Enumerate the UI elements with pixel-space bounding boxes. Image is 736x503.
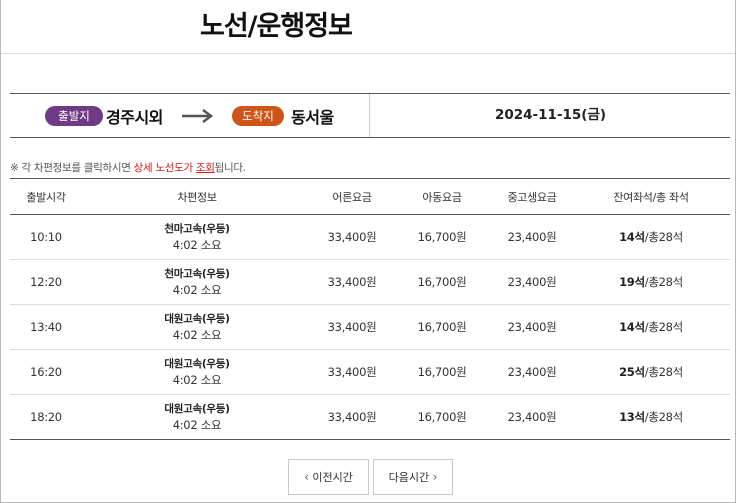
header-child-fare: 아동요금 <box>422 190 462 204</box>
bus-operator: 대원고속(우등) <box>164 358 230 370</box>
adult-fare: 33,400원 <box>327 365 377 379</box>
trip-duration: 4:02 소요 <box>172 418 222 432</box>
child-fare: 16,700원 <box>417 320 467 334</box>
seat-availability: 19석/총28석 <box>572 274 730 290</box>
bus-info[interactable]: 대원고속(우등) 4:02 소요 <box>82 356 312 388</box>
adult-fare: 33,400원 <box>327 230 377 244</box>
seats-total: /총28석 <box>644 410 683 424</box>
departure-time: 10:10 <box>30 230 62 244</box>
student-fare: 23,400원 <box>507 410 557 424</box>
arrival-badge: 도착지 <box>232 106 284 126</box>
trip-duration: 4:02 소요 <box>172 283 222 297</box>
child-fare: 16,700원 <box>417 275 467 289</box>
seats-total: /총28석 <box>644 230 683 244</box>
arrival-terminal: 동서울 <box>291 108 334 127</box>
table-row[interactable]: 18:20 대원고속(우등) 4:02 소요 33,400원 16,700원 2… <box>10 395 730 440</box>
notice-highlight: 상세 노선도가 <box>133 162 194 174</box>
prev-time-label: 이전시간 <box>312 471 353 484</box>
departure-terminal: 경주시외 <box>106 108 163 127</box>
arrow-right-icon <box>182 109 214 123</box>
seat-availability: 13석/총28석 <box>572 409 730 425</box>
seats-remaining: 14석 <box>619 230 645 244</box>
table-row[interactable]: 13:40 대원고속(우등) 4:02 소요 33,400원 16,700원 2… <box>10 305 730 350</box>
adult-fare: 33,400원 <box>327 410 377 424</box>
seats-total: /총28석 <box>644 275 683 289</box>
child-fare: 16,700원 <box>417 410 467 424</box>
bus-info[interactable]: 대원고속(우등) 4:02 소요 <box>82 401 312 433</box>
title-divider <box>1 53 735 54</box>
next-time-button[interactable]: 다음시간 › <box>373 459 453 495</box>
route-summary: 출발지 경주시외 도착지 동서울 2024-11-15(금) <box>10 93 730 138</box>
next-time-label: 다음시간 <box>388 471 430 484</box>
adult-fare: 33,400원 <box>327 275 377 289</box>
seats-remaining: 14석 <box>619 320 645 334</box>
seats-remaining: 19석 <box>619 275 645 289</box>
child-fare: 16,700원 <box>417 230 467 244</box>
student-fare: 23,400원 <box>507 320 557 334</box>
header-seats: 잔여좌석/총 좌석 <box>613 190 689 204</box>
bus-info[interactable]: 천마고속(우등) 4:02 소요 <box>82 221 312 253</box>
header-departure-time: 출발시각 <box>26 190 66 204</box>
trip-duration: 4:02 소요 <box>172 373 222 387</box>
adult-fare: 33,400원 <box>327 320 377 334</box>
departure-date: 2024-11-15(금) <box>494 107 607 123</box>
notice-prefix: ※ 각 차편정보를 클릭하시면 <box>10 162 134 174</box>
seats-remaining: 13석 <box>619 410 645 424</box>
seat-availability: 14석/총28석 <box>572 319 730 335</box>
departure-time: 13:40 <box>30 320 62 334</box>
trip-duration: 4:02 소요 <box>172 328 222 342</box>
bus-operator: 대원고속(우등) <box>164 313 230 325</box>
departure-badge: 출발지 <box>45 106 103 126</box>
student-fare: 23,400원 <box>507 365 557 379</box>
notice-suffix: 됩니다. <box>214 162 246 174</box>
seat-availability: 25석/총28석 <box>572 364 730 380</box>
bus-info[interactable]: 천마고속(우등) 4:02 소요 <box>82 266 312 298</box>
header-student-fare: 중고생요금 <box>507 190 557 204</box>
table-row[interactable]: 12:20 천마고속(우등) 4:02 소요 33,400원 16,700원 2… <box>10 260 730 305</box>
trip-duration: 4:02 소요 <box>172 238 222 252</box>
seats-remaining: 25석 <box>619 365 645 379</box>
bus-info[interactable]: 대원고속(우등) 4:02 소요 <box>82 311 312 343</box>
page-title: 노선/운행정보 <box>200 11 353 42</box>
header-bus-info: 차편정보 <box>177 190 217 204</box>
prev-time-button[interactable]: ‹ 이전시간 <box>288 459 369 495</box>
seat-availability: 14석/총28석 <box>572 229 730 245</box>
route-places: 출발지 경주시외 도착지 동서울 <box>10 94 370 137</box>
student-fare: 23,400원 <box>507 275 557 289</box>
schedule-table: 출발시각 차편정보 어른요금 아동요금 중고생요금 잔여좌석/총 좌석 10:1… <box>10 178 730 440</box>
departure-time: 18:20 <box>30 410 62 424</box>
departure-time: 12:20 <box>30 275 62 289</box>
child-fare: 16,700원 <box>417 365 467 379</box>
table-header: 출발시각 차편정보 어른요금 아동요금 중고생요금 잔여좌석/총 좌석 <box>10 179 730 215</box>
bus-operator: 천마고속(우등) <box>164 223 230 235</box>
chevron-right-icon: › <box>432 470 438 484</box>
header-adult-fare: 어른요금 <box>332 190 372 204</box>
departure-time: 16:20 <box>30 365 62 379</box>
notice-text: ※ 각 차편정보를 클릭하시면 상세 노선도가 조회됩니다. <box>10 160 246 175</box>
notice-highlight-underline: 조회 <box>195 162 215 174</box>
chevron-left-icon: ‹ <box>304 470 309 484</box>
student-fare: 23,400원 <box>507 230 557 244</box>
seats-total: /총28석 <box>644 320 683 334</box>
bus-operator: 천마고속(우등) <box>164 268 230 280</box>
seats-total: /총28석 <box>644 365 683 379</box>
bus-operator: 대원고속(우등) <box>164 403 230 415</box>
table-row[interactable]: 16:20 대원고속(우등) 4:02 소요 33,400원 16,700원 2… <box>10 350 730 395</box>
table-row[interactable]: 10:10 천마고속(우등) 4:02 소요 33,400원 16,700원 2… <box>10 215 730 260</box>
